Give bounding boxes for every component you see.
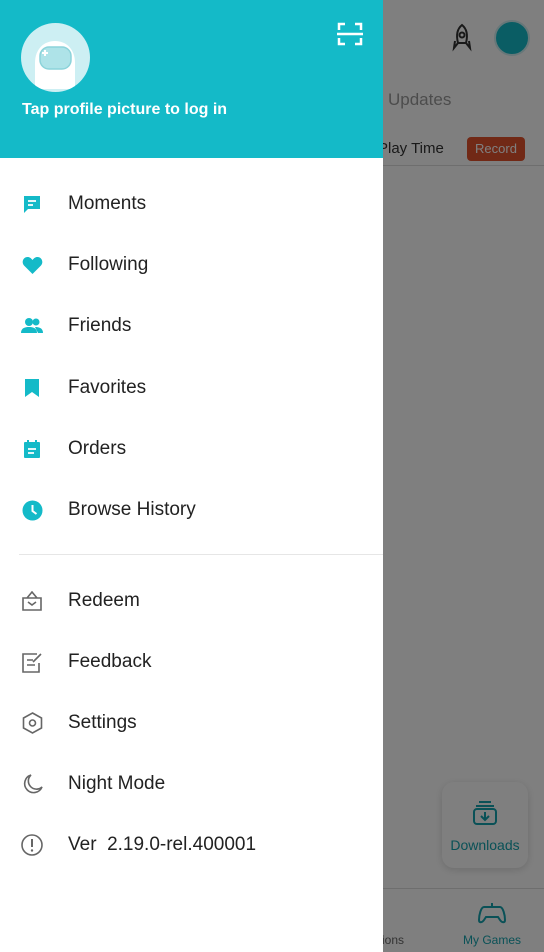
menu-item-settings[interactable]: Settings	[0, 698, 383, 748]
menu-item-label: Orders	[68, 438, 127, 459]
heart-icon	[21, 254, 43, 276]
login-prompt[interactable]: Tap profile picture to log in	[22, 101, 227, 119]
menu-divider	[19, 554, 383, 555]
menu-item-label: Moments	[68, 193, 147, 214]
scan-icon[interactable]	[337, 22, 363, 46]
menu-item-label: Night Mode	[68, 773, 166, 794]
drawer-header: Tap profile picture to log in	[0, 0, 383, 158]
menu-item-moments[interactable]: Moments	[0, 179, 383, 229]
menu-item-label: Redeem	[68, 590, 140, 611]
bookmark-icon	[21, 377, 43, 399]
menu-item-label: Feedback	[68, 651, 152, 672]
menu-item-label: Friends	[68, 315, 132, 336]
people-icon	[21, 315, 43, 337]
menu-item-version[interactable]: Ver 2.19.0-rel.400001	[0, 820, 383, 870]
menu-item-following[interactable]: Following	[0, 240, 383, 290]
bag-icon	[21, 590, 43, 612]
astronaut-icon	[35, 41, 75, 89]
clock-icon	[21, 499, 43, 521]
navigation-drawer: Tap profile picture to log in Moments Fo…	[0, 0, 383, 952]
menu-item-friends[interactable]: Friends	[0, 301, 383, 351]
menu-item-label: Settings	[68, 712, 137, 733]
info-icon	[21, 834, 43, 856]
menu-item-favorites[interactable]: Favorites	[0, 363, 383, 413]
menu-item-feedback[interactable]: Feedback	[0, 637, 383, 687]
chat-icon	[21, 193, 43, 215]
menu-item-night-mode[interactable]: Night Mode	[0, 759, 383, 809]
menu-item-browse-history[interactable]: Browse History	[0, 485, 383, 535]
hexagon-gear-icon	[21, 712, 43, 734]
clipboard-icon	[21, 438, 43, 460]
menu-item-label: Ver 2.19.0-rel.400001	[68, 834, 257, 855]
menu-item-label: Browse History	[68, 499, 196, 520]
menu-item-redeem[interactable]: Redeem	[0, 576, 383, 626]
menu-item-label: Favorites	[68, 377, 147, 398]
menu-item-label: Following	[68, 254, 149, 275]
edit-icon	[21, 651, 43, 673]
profile-avatar[interactable]	[21, 23, 90, 92]
moon-icon	[21, 773, 43, 795]
menu-item-orders[interactable]: Orders	[0, 424, 383, 474]
